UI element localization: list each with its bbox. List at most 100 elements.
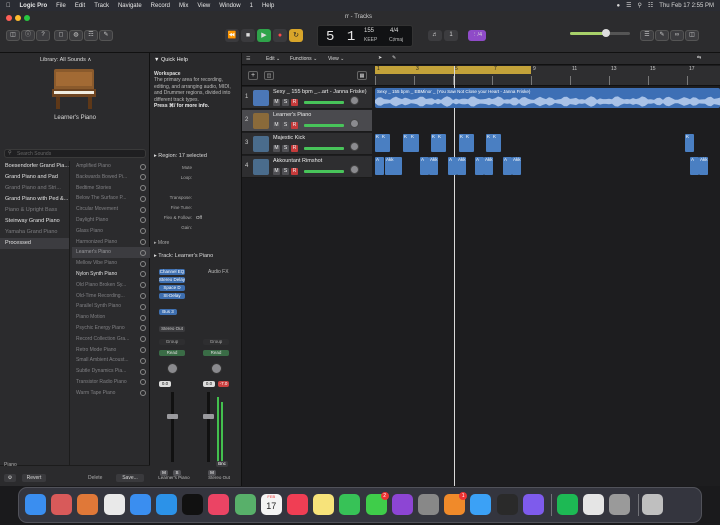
patch-info-icon[interactable] xyxy=(140,314,146,321)
cycle-region[interactable] xyxy=(375,66,531,74)
quick-help-button[interactable]: ? xyxy=(36,30,50,41)
patch-info-icon[interactable] xyxy=(140,368,146,375)
library-category-item[interactable]: Grand Piano and Pad xyxy=(0,172,69,183)
pointer-tool-icon[interactable]: ➤ xyxy=(378,55,382,61)
track-mute-button[interactable]: M xyxy=(273,99,280,106)
library-category-item[interactable]: Steinway Grand Piano xyxy=(0,216,69,227)
dock-music2-icon[interactable] xyxy=(287,494,308,515)
automation-read-right[interactable]: Read xyxy=(203,350,229,356)
library-patch-item[interactable]: Learner's Piano xyxy=(72,247,150,259)
patch-info-icon[interactable] xyxy=(140,260,146,267)
menu-help[interactable]: Help xyxy=(262,3,274,9)
editors-button[interactable]: ✎ xyxy=(99,30,113,41)
track-header[interactable]: 1 Sexy _ 155 bpm _...art - Janna Friske) M… xyxy=(242,87,372,109)
menu-track[interactable]: Track xyxy=(94,3,109,9)
group-slot-right[interactable]: Group xyxy=(203,339,229,345)
search-icon[interactable]: ⚲ xyxy=(638,2,642,9)
list-editors-button[interactable]: ☰ xyxy=(640,30,654,41)
rimshot-region[interactable]: Akk xyxy=(512,157,521,175)
dock-photos-icon[interactable] xyxy=(77,494,99,515)
library-patch-item[interactable]: Small Ambient Acoust... xyxy=(72,355,150,366)
track-count-badge[interactable]: ⋮/4 xyxy=(468,30,486,41)
patch-info-icon[interactable] xyxy=(140,217,146,224)
dock-finder-icon[interactable] xyxy=(25,494,46,515)
track-volume-fader[interactable] xyxy=(304,147,344,150)
plugin-slot-2[interactable]: Stereo Delay xyxy=(159,277,185,283)
kick-region[interactable]: K xyxy=(465,134,474,152)
library-patch-item[interactable]: Nylon Synth Piano xyxy=(72,269,150,280)
menu-view[interactable]: View xyxy=(197,3,210,9)
status-icon[interactable]: ● xyxy=(616,3,620,9)
patch-info-icon[interactable] xyxy=(140,282,146,289)
track-mute-button[interactable]: M xyxy=(273,168,280,175)
patch-info-icon[interactable] xyxy=(140,163,146,170)
dock-shortcuts-icon[interactable] xyxy=(522,494,544,515)
kick-region[interactable]: K xyxy=(437,134,446,152)
bounce-button[interactable]: Bnc xyxy=(216,461,228,467)
notepad-button[interactable]: ✎ xyxy=(655,30,669,41)
track-inspector-title[interactable]: ▸ Track: Learner's Piano xyxy=(154,253,213,259)
stop-button[interactable]: ■ xyxy=(241,29,255,42)
dock-chrome-icon[interactable] xyxy=(103,494,125,515)
patch-info-icon[interactable] xyxy=(140,379,146,386)
patch-info-icon[interactable] xyxy=(140,185,146,192)
library-category-item[interactable]: Piano & Upright Bass xyxy=(0,205,69,216)
playhead[interactable] xyxy=(454,66,455,486)
region-param-row[interactable]: Flex & Follow: Off xyxy=(150,213,242,223)
track-solo-button[interactable]: S xyxy=(282,99,289,106)
track-mute-button[interactable]: M xyxy=(273,145,280,152)
dock-mail-icon[interactable] xyxy=(129,494,151,515)
tuner-button[interactable]: ♬ xyxy=(428,30,442,41)
library-patch-item[interactable]: Old Piano Broken Sy... xyxy=(72,280,150,291)
plugin-slot-1[interactable]: Channel EQ xyxy=(159,269,185,275)
close-window-button[interactable] xyxy=(6,15,12,21)
rewind-button[interactable]: ⏪ xyxy=(225,29,239,42)
patch-info-icon[interactable] xyxy=(140,347,146,354)
track-name[interactable]: Akkountant Rimshot xyxy=(273,158,322,164)
patch-info-icon[interactable] xyxy=(140,249,146,256)
minimize-window-button[interactable] xyxy=(15,15,21,21)
library-patch-item[interactable]: Piano Motion xyxy=(72,312,150,323)
rimshot-region[interactable]: A xyxy=(448,157,457,175)
track-name[interactable]: Sexy _ 155 bpm _...art - Janna Friske) xyxy=(273,89,367,95)
lcd-display[interactable]: 5 1 155 KEEP 4/4 C♯maj xyxy=(317,25,413,47)
library-patch-item[interactable]: Mellow Vibe Piano xyxy=(72,258,150,269)
patch-info-icon[interactable] xyxy=(140,357,146,364)
menu-mix[interactable]: Mix xyxy=(179,3,188,9)
gear-icon[interactable]: ⚙ xyxy=(4,474,16,482)
pan-knob[interactable] xyxy=(167,363,178,374)
dock-roblox-icon[interactable] xyxy=(583,494,605,515)
menu-app-name[interactable]: Logic Pro xyxy=(20,3,48,9)
kick-region[interactable]: K xyxy=(381,134,390,152)
ruler[interactable]: 1 3 5 7 9 11 13 15 17 xyxy=(375,66,720,86)
dock-appletv-icon[interactable] xyxy=(182,494,204,515)
dock-safari-icon[interactable] xyxy=(156,494,177,515)
loop-browser-button[interactable]: ∞ xyxy=(670,30,684,41)
master-volume-slider[interactable] xyxy=(570,29,630,37)
patch-info-icon[interactable] xyxy=(140,174,146,181)
rimshot-region[interactable]: Akk xyxy=(457,157,466,175)
kick-region[interactable]: K xyxy=(410,134,419,152)
global-tracks-button[interactable]: ▦ xyxy=(357,71,367,80)
track-header[interactable]: 3 Majestic Kick M S R xyxy=(242,133,372,155)
track-pan-knob[interactable] xyxy=(350,142,359,151)
menu-record[interactable]: Record xyxy=(151,3,170,9)
library-category-item[interactable]: Yamaha Grand Piano xyxy=(0,227,69,238)
dock-podcasts-icon[interactable] xyxy=(391,494,413,515)
region-param-row[interactable]: Loop: xyxy=(150,173,242,183)
dock-facetime-icon[interactable] xyxy=(339,494,361,515)
rimshot-region[interactable]: Akk xyxy=(429,157,438,175)
kick-region[interactable]: K xyxy=(492,134,501,152)
library-patch-item[interactable]: Below The Surface P... xyxy=(72,193,150,204)
region-param-row[interactable]: Fine Tune: xyxy=(150,203,242,213)
output-slot[interactable]: Stereo Out xyxy=(159,326,185,332)
count-in-button[interactable]: 1 xyxy=(444,30,458,41)
kick-region[interactable]: K xyxy=(685,134,694,152)
track-record-button[interactable]: R xyxy=(291,145,298,152)
dock-notes-icon[interactable] xyxy=(313,494,335,515)
rimshot-region[interactable]: A xyxy=(420,157,429,175)
library-patch-item[interactable]: Subtle Dynamics Pia... xyxy=(72,366,150,377)
smart-controls-button[interactable]: ◍ xyxy=(69,30,83,41)
rimshot-region[interactable]: A xyxy=(503,157,512,175)
patch-info-icon[interactable] xyxy=(140,325,146,332)
